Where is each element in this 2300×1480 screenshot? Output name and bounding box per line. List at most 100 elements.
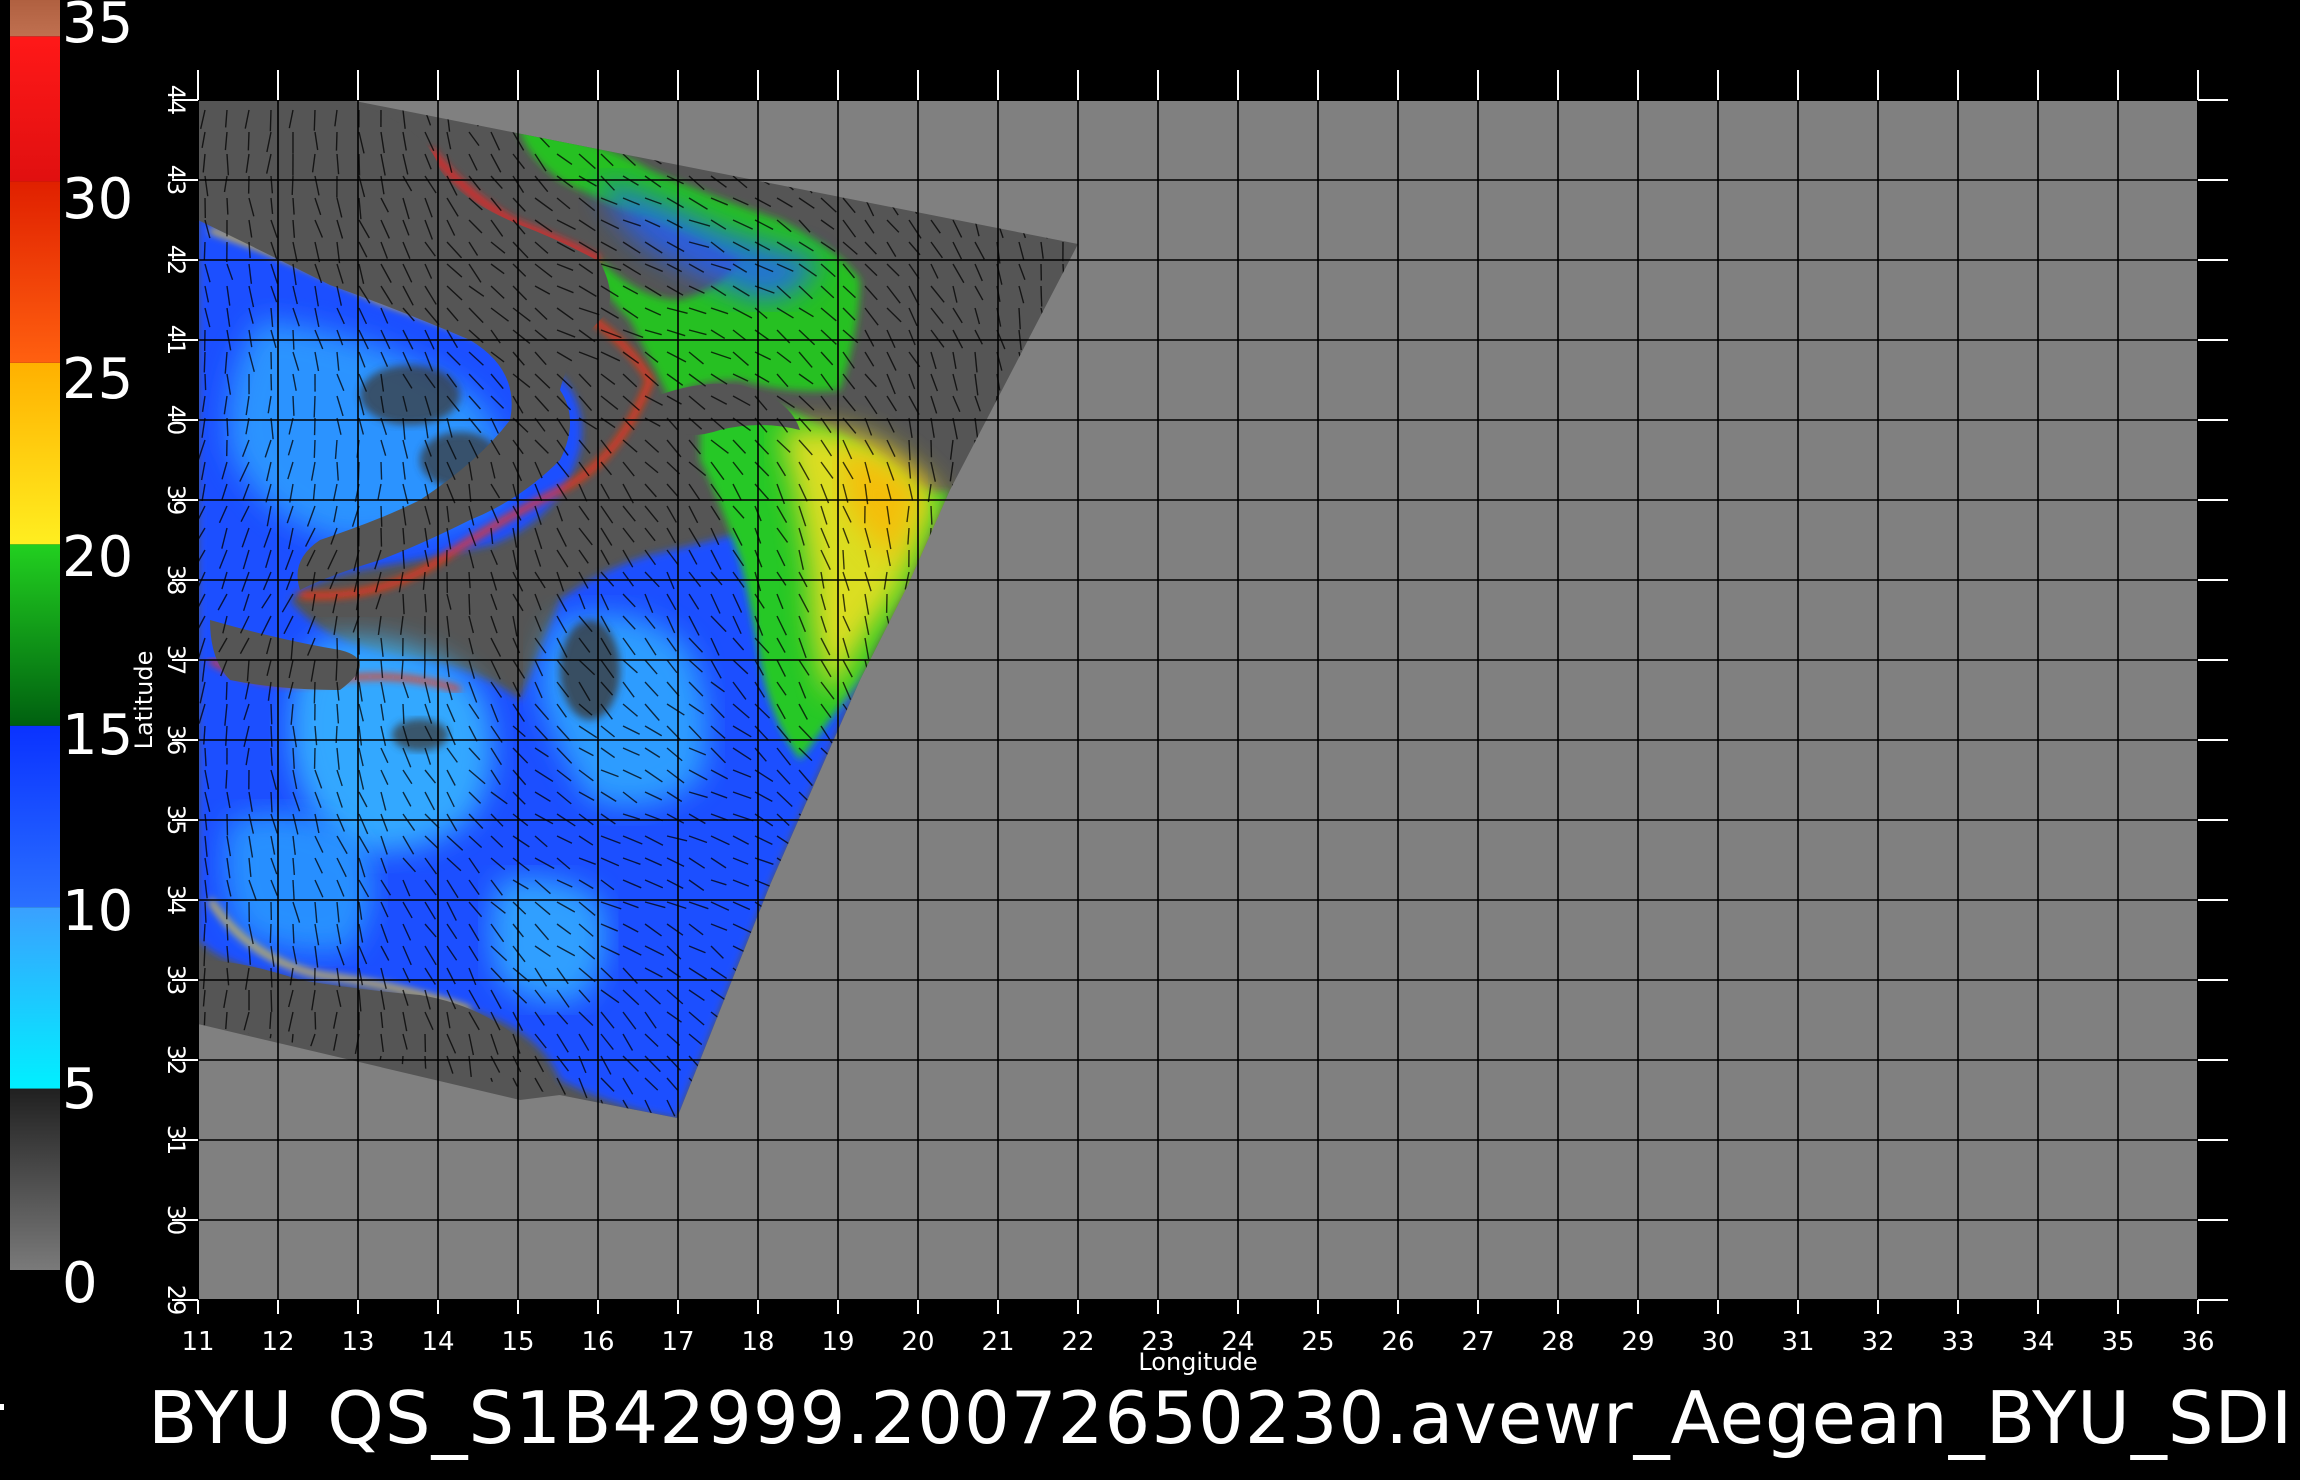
lon-tick-label: 14: [421, 1327, 454, 1357]
wind-barb: [380, 461, 383, 480]
lon-tick-label: 15: [501, 1327, 534, 1357]
wind-barb: [270, 791, 273, 813]
colorbar-segment: [10, 362, 60, 545]
lon-tick-label: 28: [1541, 1327, 1574, 1357]
lat-tick-label: 36: [162, 725, 190, 756]
wind-barb: [247, 131, 250, 151]
colorbar-segment: [10, 725, 60, 908]
lon-tick-label: 29: [1621, 1327, 1654, 1357]
lon-tick-label: 30: [1701, 1327, 1734, 1357]
lon-tick-label: 19: [821, 1327, 854, 1357]
lon-tick-label: 27: [1461, 1327, 1494, 1357]
wind-barb: [269, 109, 272, 132]
colorbar-segment: [10, 907, 60, 1089]
colorbar-tick-label: 25: [62, 347, 133, 412]
wind-barb: [358, 153, 361, 176]
wind-barb: [468, 593, 471, 615]
wind-speed-colorbar: [10, 0, 60, 1270]
wind-barb: [270, 703, 273, 725]
latitude-tick-labels: 29 30 31 32 33 34 35 36 37 38 39 40 41 42 43 44: [162, 85, 190, 1316]
lon-tick-label: 25: [1301, 1327, 1334, 1357]
wind-barb: [226, 197, 229, 215]
lon-tick-label: 35: [2101, 1327, 2134, 1357]
wind-barb: [291, 175, 294, 195]
wind-barb: [203, 945, 206, 967]
wind-barb: [930, 505, 933, 525]
y-axis-label: Latitude: [130, 651, 158, 750]
wind-barb: [270, 725, 273, 747]
colorbar-segment: [10, 1088, 60, 1270]
wind-barb: [225, 681, 228, 700]
wind-barb: [402, 703, 405, 724]
lat-tick-label: 39: [162, 485, 190, 516]
lat-tick-label: 40: [162, 405, 190, 436]
wind-barb: [335, 131, 338, 151]
lon-tick-label: 33: [1941, 1327, 1974, 1357]
lat-tick-label: 35: [162, 805, 190, 836]
wind-barb: [313, 395, 316, 418]
lat-tick-label: 37: [162, 645, 190, 676]
colorbar-segment: [10, 36, 60, 182]
wind-barb: [445, 549, 448, 567]
colorbar-tick-label: 0: [62, 1251, 98, 1316]
lat-tick-label: 31: [162, 1125, 190, 1156]
lon-tick-label: 17: [661, 1327, 694, 1357]
wind-barb: [204, 373, 207, 391]
colorbar-segment: [10, 0, 60, 37]
lon-tick-label: 21: [981, 1327, 1014, 1357]
lat-tick-label: 42: [162, 245, 190, 276]
wind-barb: [314, 1011, 317, 1030]
colorbar-tick-label: 30: [62, 167, 133, 232]
caption-filename: QS_S1B42999.20072650230.avewr_Aegean_BYU…: [327, 1376, 2294, 1460]
lat-tick-label: 29: [162, 1285, 190, 1316]
map-plot-area: [172, 70, 2228, 1314]
colorbar-tick-label: 5: [62, 1057, 98, 1122]
wind-barb: [446, 637, 449, 658]
wind-barb: [270, 989, 273, 1012]
wind-barb: [204, 901, 207, 923]
caption-institution: BYU: [148, 1376, 294, 1460]
lat-tick-label: 43: [162, 165, 190, 196]
wind-barb: [380, 505, 383, 527]
lon-tick-label: 26: [1381, 1327, 1414, 1357]
wind-barb: [292, 923, 295, 944]
wind-barb: [292, 395, 295, 416]
lon-tick-label: 11: [181, 1327, 214, 1357]
image-caption: BYU QS_S1B42999.20072650230.avewr_Aegean_…: [148, 1368, 2300, 1468]
lat-tick-label: 33: [162, 965, 190, 996]
lon-tick-label: 31: [1781, 1327, 1814, 1357]
wind-barb: [313, 681, 316, 704]
colorbar-segment: [10, 181, 60, 363]
lat-tick-label: 38: [162, 565, 190, 596]
wind-barb: [269, 923, 272, 943]
wind-barb: [203, 923, 206, 942]
wind-barb: [313, 439, 316, 458]
wind-barb: [203, 241, 206, 260]
colorbar-tick-label: 20: [62, 525, 133, 590]
lon-tick-label: 12: [261, 1327, 294, 1357]
colorbar-tick-labels: 35 30 25 20 15 10 5 0: [62, 0, 133, 1316]
lat-tick-label: 30: [162, 1205, 190, 1236]
lon-tick-label: 32: [1861, 1327, 1894, 1357]
lat-tick-label: 34: [162, 885, 190, 916]
lon-tick-label: 16: [581, 1327, 614, 1357]
wind-map-figure: 35 30 25 20 15 10 5 0 11 12 13 14 15 16 …: [10, 0, 2228, 1376]
lon-tick-label: 34: [2021, 1327, 2054, 1357]
lon-tick-label: 22: [1061, 1327, 1094, 1357]
wind-barb: [313, 109, 316, 131]
wind-barb: [335, 659, 338, 681]
wind-barb: [226, 923, 229, 941]
lon-tick-label: 20: [901, 1327, 934, 1357]
lon-tick-label: 36: [2181, 1327, 2214, 1357]
wind-barb: [203, 351, 206, 373]
lon-tick-label: 13: [341, 1327, 374, 1357]
lat-tick-label: 32: [162, 1045, 190, 1076]
colorbar-tick-label: 10: [62, 879, 133, 944]
lat-tick-label: 41: [162, 325, 190, 356]
edge-marker: [0, 1404, 4, 1410]
colorbar-tick-label: 35: [62, 0, 133, 56]
colorbar-tick-label: 15: [62, 703, 133, 768]
lon-tick-label: 18: [741, 1327, 774, 1357]
colorbar-segment: [10, 544, 60, 726]
lat-tick-label: 44: [162, 85, 190, 116]
